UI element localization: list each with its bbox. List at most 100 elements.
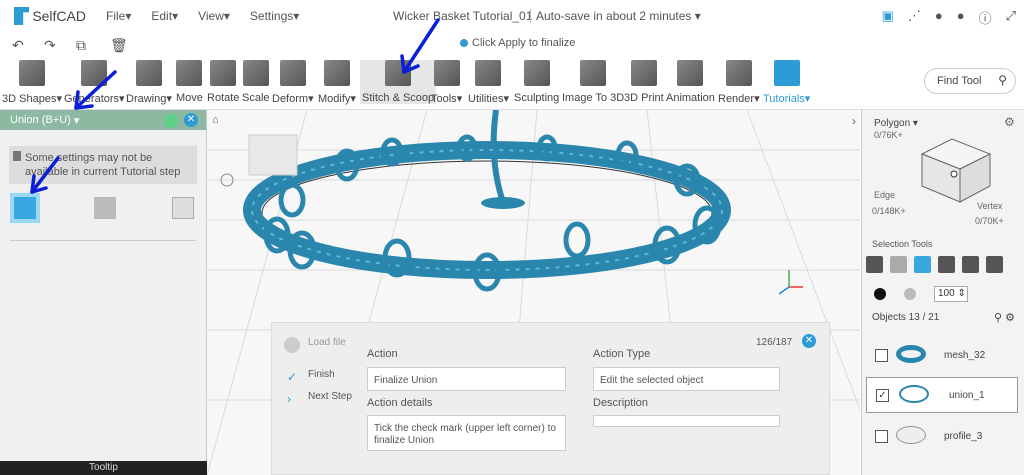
info-icon[interactable]: ⓘ	[979, 8, 992, 27]
top-right-icons: ▣ ⋰ ● ● ⓘ ⤢	[882, 8, 1016, 27]
select-edge-icon[interactable]	[938, 256, 955, 273]
document-title[interactable]: Wicker Basket Tutorial_01	[393, 9, 532, 23]
color-swatch[interactable]	[874, 288, 886, 300]
size-input[interactable]: 100 ⇕	[934, 286, 968, 302]
finalize-hint: Click Apply to finalize	[460, 37, 575, 49]
object-row-union-1[interactable]: ✓ union_1	[866, 377, 1018, 413]
edge-count: 0/148K+	[872, 206, 906, 216]
tool-tutorials[interactable]: Tutorials▾	[763, 60, 810, 105]
tool-image-to-3d[interactable]: Image To 3D	[562, 60, 624, 104]
object-checkbox-checked[interactable]: ✓	[876, 389, 889, 402]
mesh-base	[481, 197, 525, 209]
objects-header: Objects 13 / 21 ⚲ ⚙	[872, 311, 1015, 324]
action-bar: ↶ ↷ ⧉ 🗑 Click Apply to finalize	[0, 32, 1024, 56]
texture-icon[interactable]	[904, 288, 916, 300]
finalize-check-button[interactable]	[164, 114, 178, 128]
close-tutorial-button[interactable]: ✕	[802, 334, 816, 348]
redo-icon[interactable]: ↷	[44, 37, 56, 54]
save-icon[interactable]: ▣	[882, 8, 894, 27]
select-vertex-icon[interactable]	[962, 256, 979, 273]
object-checkbox[interactable]	[875, 349, 888, 362]
action-field: Finalize Union	[367, 367, 566, 391]
tool-deform[interactable]: Deform▾	[272, 60, 314, 105]
select-brush-icon[interactable]	[986, 256, 1003, 273]
tooltip-bar[interactable]: Tooltip	[0, 461, 207, 475]
vertex-label: Vertex	[977, 201, 1003, 211]
selection-tools-label: Selection Tools	[872, 239, 933, 249]
selection-tool-icons	[866, 256, 1003, 273]
tool-3d-print[interactable]: 3D Print	[624, 60, 664, 104]
description-field	[593, 415, 780, 427]
tool-move[interactable]: Move	[176, 60, 203, 104]
tool-utilities[interactable]: Utilities▾	[468, 60, 509, 105]
tool-rotate[interactable]: Rotate	[207, 60, 239, 104]
gear-icon[interactable]: ⚙	[1004, 115, 1015, 129]
mesh-thumbnail-icon	[896, 345, 926, 363]
tool-render[interactable]: Render▾	[718, 60, 760, 105]
undo-icon[interactable]: ↶	[12, 37, 24, 54]
right-panel: Polygon ▾ 0/76K+ ⚙ Edge 0/148K+ Vertex 0…	[861, 110, 1024, 475]
tool-generators[interactable]: Generators▾	[64, 60, 125, 105]
check-icon: ✓	[287, 370, 298, 384]
tool-stitch-scoop[interactable]: Stitch & Scoop	[360, 60, 437, 104]
copy-icon[interactable]: ⧉	[76, 37, 86, 54]
trash-icon[interactable]: 🗑	[110, 37, 128, 54]
tool-tools[interactable]: Tools▾	[431, 60, 462, 105]
tool-drawing[interactable]: Drawing▾	[126, 60, 172, 105]
union-thumbnail-icon	[899, 385, 929, 403]
bell-icon[interactable]: ●	[935, 8, 943, 27]
home-icon[interactable]: ⌂	[212, 114, 219, 126]
user-icon[interactable]: ●	[957, 8, 965, 27]
select-face-icon[interactable]	[914, 256, 931, 273]
menu-file[interactable]: File▾	[106, 9, 131, 23]
tutorial-warning: Some settings may not be available in cu…	[9, 146, 197, 184]
select-object-icon[interactable]	[866, 256, 883, 273]
description-label: Description	[593, 397, 649, 409]
details-label: Action details	[367, 397, 433, 409]
selection-cube	[920, 138, 992, 203]
selfcad-logo[interactable]: SelfCAD	[14, 7, 86, 25]
profile-thumbnail-icon	[896, 426, 926, 444]
vertex-count: 0/70K+	[975, 216, 1004, 226]
view-cube	[248, 134, 298, 176]
autosave-status[interactable]: Auto-save in about 2 minutes ▾	[530, 9, 701, 23]
action-label: Action	[367, 348, 398, 360]
object-row-profile-3[interactable]: profile_3	[862, 419, 1024, 455]
tool-3d-shapes[interactable]: 3D Shapes▾	[2, 60, 62, 105]
axis-gizmo	[778, 270, 803, 295]
menu-settings[interactable]: Settings▾	[250, 9, 299, 23]
collapse-right-icon[interactable]: ›	[852, 114, 856, 128]
union-panel: Union (B+U) ▾ ✕ Some settings may not be…	[0, 110, 207, 475]
intersect-icon[interactable]	[172, 197, 194, 219]
subtract-icon[interactable]	[94, 197, 116, 219]
search-icon[interactable]: ⚲ ⚙	[994, 311, 1015, 324]
search-icon: ⚲	[998, 73, 1007, 87]
menu-view[interactable]: View▾	[198, 9, 230, 23]
chevron-right-icon: ›	[287, 392, 291, 406]
select-polygon-icon[interactable]	[890, 256, 907, 273]
tool-modify[interactable]: Modify▾	[318, 60, 356, 105]
close-panel-button[interactable]: ✕	[184, 113, 198, 127]
find-tool-input[interactable]: Find Tool ⚲	[924, 68, 1016, 94]
union-icon[interactable]	[10, 193, 40, 223]
action-type-field: Edit the selected object	[593, 367, 780, 391]
details-field: Tick the check mark (upper left corner) …	[367, 415, 566, 451]
object-row-mesh-32[interactable]: mesh_32	[862, 338, 1024, 374]
divider	[10, 240, 196, 241]
tool-animation[interactable]: Animation	[666, 60, 715, 104]
fullscreen-icon[interactable]: ⤢	[1006, 8, 1016, 27]
union-panel-header: Union (B+U) ▾ ✕	[0, 110, 206, 130]
tutorial-panel: Load file ✓ Finish › Next Step 126/187 ✕ A…	[271, 322, 830, 475]
tool-sculpting[interactable]: Sculpting	[514, 60, 559, 104]
polygon-count: 0/76K+	[874, 130, 903, 140]
info-icon	[13, 151, 21, 161]
step-counter: 126/187	[756, 337, 793, 348]
polygon-label[interactable]: Polygon ▾	[874, 118, 918, 129]
object-checkbox[interactable]	[875, 430, 888, 443]
menu-bar: SelfCAD File▾ Edit▾ View▾ Settings▾ Wick…	[0, 0, 1024, 32]
toolbar: 3D Shapes▾ Generators▾ Drawing▾ Move Rot…	[0, 56, 1024, 110]
share-icon[interactable]: ⋰	[908, 8, 921, 27]
tool-scale[interactable]: Scale	[242, 60, 270, 104]
menu-edit[interactable]: Edit▾	[151, 9, 178, 23]
edge-label: Edge	[874, 190, 896, 200]
